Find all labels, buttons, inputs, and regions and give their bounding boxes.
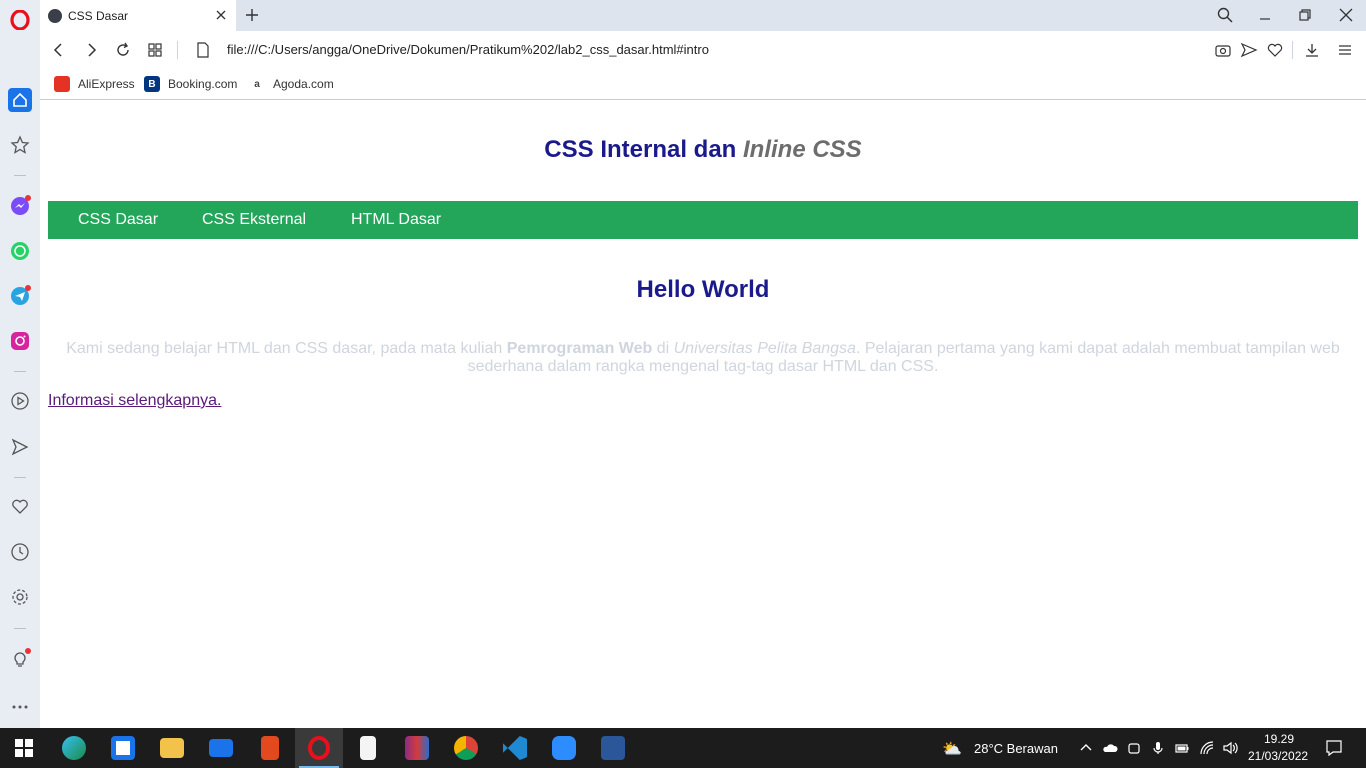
wifi-icon[interactable] xyxy=(1199,740,1215,756)
agoda-icon: a xyxy=(249,76,265,92)
opera-taskbar-icon[interactable] xyxy=(295,728,343,768)
close-tab-icon[interactable] xyxy=(214,8,228,22)
back-arrow-icon[interactable] xyxy=(50,41,68,59)
bookmark-label: Agoda.com xyxy=(273,77,334,91)
office-taskbar-icon[interactable] xyxy=(246,728,294,768)
telegram-icon[interactable] xyxy=(8,284,32,308)
zoom-taskbar-icon[interactable] xyxy=(540,728,588,768)
globe-icon xyxy=(48,8,62,23)
instagram-icon[interactable] xyxy=(8,329,32,353)
battery-icon[interactable] xyxy=(1174,740,1190,756)
divider xyxy=(177,41,178,59)
intro-italic: Universitas Pelita Bangsa xyxy=(673,340,856,357)
messenger-icon[interactable] xyxy=(8,194,32,218)
intro-text: di xyxy=(652,340,674,357)
reload-icon[interactable] xyxy=(114,41,132,59)
web-page: CSS Internal dan Inline CSS CSS Dasar CS… xyxy=(40,101,1366,728)
onedrive-cloud-icon[interactable] xyxy=(1102,740,1118,756)
nav-link-html-dasar[interactable]: HTML Dasar xyxy=(351,211,441,229)
windows-logo-icon xyxy=(15,739,33,757)
edge-taskbar-icon[interactable] xyxy=(50,728,98,768)
player-icon[interactable] xyxy=(8,389,32,413)
chrome-taskbar-icon[interactable] xyxy=(442,728,490,768)
camera-icon[interactable] xyxy=(1214,41,1232,59)
more-info-link[interactable]: Informasi selengkapnya. xyxy=(48,392,221,410)
sidebar-divider xyxy=(14,175,26,176)
page-title: CSS Internal dan Inline CSS xyxy=(48,136,1358,164)
bookmarks-bar: AliExpress B Booking.com a Agoda.com xyxy=(40,69,1366,100)
nav-link-css-dasar[interactable]: CSS Dasar xyxy=(78,211,158,229)
page-info-icon[interactable] xyxy=(194,41,212,59)
weather-icon: ⛅ xyxy=(942,741,962,758)
divider xyxy=(1292,41,1293,59)
new-tab-plus-icon[interactable] xyxy=(244,7,260,23)
intro-bold: Pemrograman Web xyxy=(506,340,653,357)
nav-link-css-eksternal[interactable]: CSS Eksternal xyxy=(202,211,306,229)
bookmark-aliexpress[interactable]: AliExpress xyxy=(54,76,135,92)
close-window-icon[interactable] xyxy=(1337,6,1355,24)
settings-gear-icon[interactable] xyxy=(8,585,32,609)
notepad-taskbar-icon[interactable] xyxy=(344,728,392,768)
clock-date[interactable]: 21/03/2022 xyxy=(1248,749,1308,763)
forward-arrow-icon[interactable] xyxy=(82,41,100,59)
weather-text[interactable]: 28°C Berawan xyxy=(974,741,1058,756)
file-explorer-taskbar-icon[interactable] xyxy=(148,728,196,768)
download-icon[interactable] xyxy=(1303,41,1321,59)
word-taskbar-icon[interactable] xyxy=(589,728,637,768)
bookmark-agoda[interactable]: a Agoda.com xyxy=(249,76,334,92)
tab-bar: CSS Dasar xyxy=(40,0,1366,31)
start-button[interactable] xyxy=(0,728,48,768)
intro-text: Kami sedang belajar HTML dan CSS dasar, … xyxy=(66,340,507,357)
aliexpress-icon xyxy=(54,76,70,92)
store-taskbar-icon[interactable] xyxy=(99,728,147,768)
star-icon[interactable] xyxy=(8,133,32,157)
sidebar-divider xyxy=(14,371,26,372)
heart-icon[interactable] xyxy=(8,495,32,519)
opera-logo-icon[interactable] xyxy=(8,8,32,32)
search-icon[interactable] xyxy=(1216,6,1234,24)
volume-icon[interactable] xyxy=(1222,740,1238,756)
minimize-icon[interactable] xyxy=(1256,6,1274,24)
windows-taskbar: ⛅ 28°C Berawan 19.29 21/03/2022 xyxy=(0,728,1366,768)
nav-menu: CSS Dasar CSS Eksternal HTML Dasar xyxy=(48,201,1358,239)
favorite-heart-icon[interactable] xyxy=(1266,41,1284,59)
sidebar-divider xyxy=(14,628,26,629)
opera-sidebar xyxy=(0,0,40,728)
lightbulb-icon[interactable] xyxy=(8,647,32,671)
title-main: CSS Internal dan xyxy=(544,136,743,163)
send-icon[interactable] xyxy=(1240,41,1258,59)
bookmark-label: AliExpress xyxy=(78,77,135,91)
tab-title: CSS Dasar xyxy=(68,8,129,23)
whatsapp-icon[interactable] xyxy=(8,239,32,263)
tab-css-dasar[interactable]: CSS Dasar xyxy=(40,0,236,31)
winrar-taskbar-icon[interactable] xyxy=(393,728,441,768)
restore-icon[interactable] xyxy=(1296,6,1314,24)
show-hidden-icons-chevron-icon[interactable] xyxy=(1078,740,1094,756)
home-icon[interactable] xyxy=(8,88,32,112)
url-field[interactable]: file:///C:/Users/angga/OneDrive/Dokumen/… xyxy=(227,42,709,57)
bookmark-label: Booking.com xyxy=(168,77,238,91)
history-clock-icon[interactable] xyxy=(8,540,32,564)
mail-taskbar-icon[interactable] xyxy=(197,728,245,768)
hello-heading: Hello World xyxy=(636,276,770,303)
flow-send-icon[interactable] xyxy=(8,435,32,459)
more-dots-icon[interactable] xyxy=(8,695,32,719)
microphone-icon[interactable] xyxy=(1150,740,1166,756)
sidebar-divider xyxy=(14,477,26,478)
easy-setup-menu-icon[interactable] xyxy=(1336,41,1354,59)
intro-paragraph: Kami sedang belajar HTML dan CSS dasar, … xyxy=(56,340,1350,376)
camera-tray-icon[interactable] xyxy=(1126,740,1142,756)
vscode-taskbar-icon[interactable] xyxy=(491,728,539,768)
bookmark-booking[interactable]: B Booking.com xyxy=(144,76,237,92)
title-italic: Inline CSS xyxy=(743,136,862,163)
booking-icon: B xyxy=(144,76,160,92)
clock-time[interactable]: 19.29 xyxy=(1264,732,1294,746)
notification-center-icon[interactable] xyxy=(1325,739,1343,757)
address-bar: file:///C:/Users/angga/OneDrive/Dokumen/… xyxy=(40,31,1366,69)
tabs-grid-icon[interactable] xyxy=(146,41,164,59)
